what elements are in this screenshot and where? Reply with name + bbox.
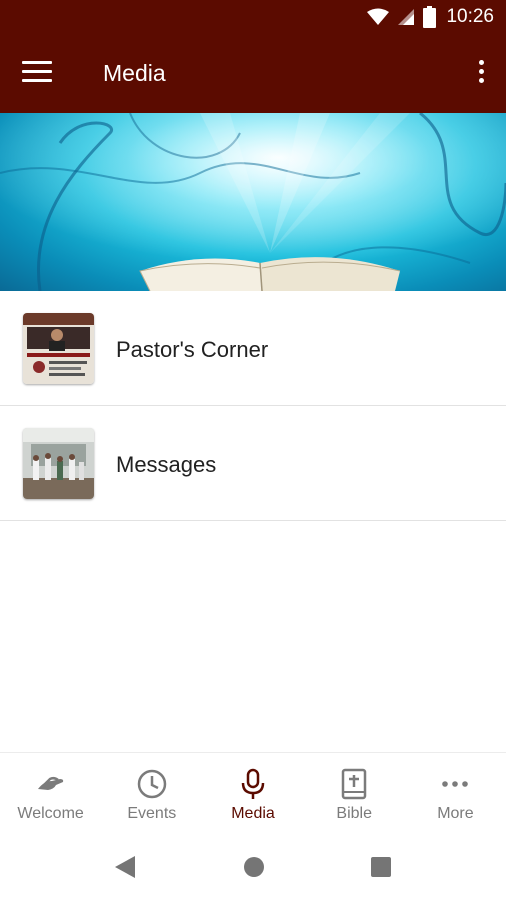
bottom-navigation: Welcome Events Media Bible More [0,752,506,834]
status-bar: 10:26 [0,0,506,36]
battery-icon [423,6,437,28]
recents-icon[interactable] [369,854,393,880]
nav-label: Media [231,805,275,822]
nav-welcome[interactable]: Welcome [0,753,101,834]
list-item-pastors-corner[interactable]: Pastor's Corner [0,291,506,406]
nav-label: Welcome [17,805,84,822]
nav-media[interactable]: Media [202,753,303,834]
more-horiz-icon [442,781,469,787]
nav-label: More [437,805,474,822]
handshake-icon [37,776,63,790]
media-list: Pastor's Corner Messages [0,291,506,521]
nav-events[interactable]: Events [101,753,202,834]
list-item-label: Messages [116,452,217,477]
status-icons: 10:26 [367,6,494,28]
bible-icon [341,768,367,800]
microphone-icon [241,768,265,799]
open-bible-image [0,113,506,291]
system-navigation-bar [0,834,506,900]
home-icon[interactable] [242,854,266,880]
signal-icon [398,9,415,25]
nav-label: Bible [336,805,372,822]
app-bar: Media [0,36,506,113]
hamburger-menu-icon[interactable] [22,61,52,87]
more-vert-icon[interactable] [476,60,486,90]
clock-icon [137,769,167,799]
nav-more[interactable]: More [405,753,506,834]
header-banner [0,113,506,291]
messages-thumbnail [23,428,94,499]
list-item-messages[interactable]: Messages [0,406,506,521]
page-title: Media [103,60,166,86]
list-item-label: Pastor's Corner [116,337,269,362]
wifi-icon [367,8,390,25]
status-time: 10:26 [446,6,494,27]
back-icon[interactable] [113,854,137,880]
nav-label: Events [127,805,177,822]
nav-bible[interactable]: Bible [304,753,405,834]
pastor-thumbnail [23,313,94,384]
